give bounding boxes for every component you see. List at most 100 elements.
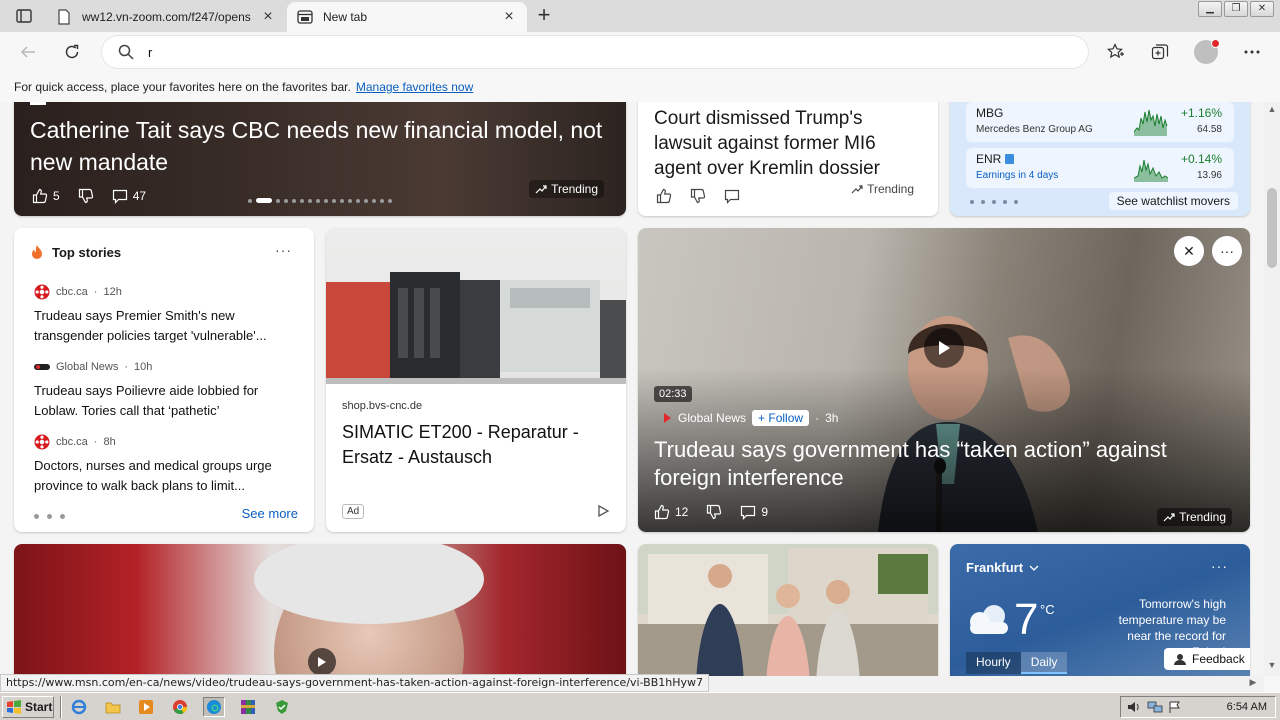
stock-sparkline <box>1134 159 1168 182</box>
see-watchlist-movers-button[interactable]: See watchlist movers <box>1108 192 1238 210</box>
thumbs-down-icon <box>690 188 706 204</box>
see-more-link[interactable]: See more <box>242 506 298 521</box>
cbc-logo-icon <box>34 284 50 300</box>
vertical-scrollbar[interactable]: ▲ ▼ <box>1264 102 1280 676</box>
story-item[interactable]: cbc.ca · 8h Doctors, nurses and medical gr… <box>34 434 300 496</box>
ad-title[interactable]: SIMATIC ET200 - Reparatur - Ersatz - Aus… <box>342 420 612 470</box>
weather-location[interactable]: Frankfurt <box>966 560 1039 575</box>
stock-change: +1.16% <box>1180 106 1222 120</box>
like-button[interactable] <box>656 188 672 204</box>
real-estate-card[interactable] <box>638 544 938 676</box>
stock-price: 13.96 <box>1196 170 1222 181</box>
manage-favorites-link[interactable]: Manage favorites now <box>356 80 473 94</box>
watchlist-card: MBG Mercedes Benz Group AG +1.16% 64.58 … <box>950 102 1250 216</box>
comment-button[interactable] <box>724 188 740 204</box>
follow-button[interactable]: + Follow <box>752 410 810 426</box>
dislike-button[interactable] <box>706 504 722 520</box>
weather-card[interactable]: Frankfurt ··· 7 °C Tomorrow's high tempe… <box>950 544 1250 676</box>
hero-story-card[interactable]: Catherine Tait says CBC needs new financ… <box>14 102 626 216</box>
stock-row[interactable]: ENR Earnings in 4 days +0.14% 13.96 <box>966 148 1234 188</box>
volume-icon[interactable] <box>1127 701 1141 713</box>
internet-explorer-icon[interactable] <box>68 697 90 717</box>
story-item[interactable]: cbc.ca · 12h Trudeau says Premier Smith's … <box>34 284 300 346</box>
media-player-icon[interactable] <box>135 697 157 717</box>
tab-new-tab[interactable]: New tab × <box>287 2 527 32</box>
stock-row[interactable]: MBG Mercedes Benz Group AG +1.16% 64.58 <box>966 102 1234 142</box>
video-headline[interactable]: Trudeau says government has “taken actio… <box>654 436 1234 492</box>
close-tab-icon[interactable]: × <box>501 9 517 25</box>
security-app-icon[interactable] <box>271 697 293 717</box>
like-button[interactable]: 5 <box>32 188 60 204</box>
story-title: Trudeau says Premier Smith's new transge… <box>34 308 267 343</box>
comment-button[interactable]: 9 <box>740 504 768 520</box>
minimize-icon[interactable]: ▁ <box>1198 1 1222 17</box>
dislike-button[interactable] <box>690 188 706 204</box>
hero-carousel-pager[interactable] <box>248 198 392 203</box>
thumbs-up-icon <box>32 188 48 204</box>
top-stories-pager[interactable] <box>34 514 65 519</box>
play-icon[interactable] <box>924 328 964 368</box>
profile-avatar[interactable] <box>1194 39 1220 64</box>
top-stories-card: Top stories ··· cbc.ca · 12h Trudeau says … <box>14 228 314 532</box>
more-options-icon[interactable]: ··· <box>275 242 292 258</box>
like-button[interactable]: 12 <box>654 504 688 520</box>
feedback-button[interactable]: Feedback <box>1164 648 1250 670</box>
favorites-star-icon[interactable] <box>1102 38 1130 66</box>
watchlist-pager[interactable] <box>970 200 1018 204</box>
biden-video-card[interactable] <box>14 544 626 676</box>
weather-city: Frankfurt <box>966 560 1024 575</box>
chrome-icon[interactable] <box>169 697 191 717</box>
winrar-icon[interactable] <box>237 697 259 717</box>
scrollbar-thumb[interactable] <box>1267 188 1277 268</box>
feedback-label: Feedback <box>1192 652 1245 666</box>
close-tab-icon[interactable]: × <box>260 9 276 25</box>
trending-arrow-icon <box>535 185 547 194</box>
more-options-icon[interactable] <box>1238 38 1266 66</box>
video-story-card[interactable]: ✕ ··· 02:33 Global News + Follow · 3h Tr… <box>638 228 1250 532</box>
new-tab-plus-icon[interactable]: + <box>532 4 556 28</box>
story-age: 12h <box>103 286 122 298</box>
court-story-card[interactable]: Court dismissed Trump's lawsuit against … <box>638 102 938 216</box>
stock-earnings-note: Earnings in 4 days <box>976 170 1059 181</box>
story-item[interactable]: Global News · 10h Trudeau says Poilievre a… <box>34 359 300 421</box>
ad-choices-icon[interactable] <box>596 504 610 523</box>
play-icon[interactable] <box>308 648 336 676</box>
dismiss-close-icon[interactable]: ✕ <box>1174 236 1204 266</box>
more-options-icon[interactable]: ··· <box>1211 558 1228 574</box>
back-arrow-icon[interactable] <box>14 38 42 66</box>
restore-icon[interactable]: ❐ <box>1224 1 1248 17</box>
tab-daily[interactable]: Daily <box>1020 652 1068 674</box>
comment-count: 9 <box>761 505 769 519</box>
like-count: 5 <box>53 189 60 203</box>
video-source: Global News <box>678 411 747 425</box>
thumbs-down-icon <box>707 504 722 520</box>
favorites-bar: For quick access, place your favorites h… <box>0 72 1280 102</box>
more-options-icon[interactable]: ··· <box>1212 236 1242 266</box>
start-button[interactable]: Start <box>2 696 54 718</box>
folder-icon[interactable] <box>102 697 124 717</box>
hero-headline[interactable]: Catherine Tait says CBC needs new financ… <box>30 114 610 178</box>
flag-icon[interactable] <box>1169 701 1181 713</box>
tab-actions-button[interactable] <box>6 4 42 28</box>
system-tray: 6:54 AM <box>1120 696 1276 718</box>
scroll-right-icon[interactable]: ▶ <box>1246 677 1260 691</box>
collections-icon[interactable] <box>1146 38 1174 66</box>
ad-domain: shop.bvs-cnc.de <box>342 400 423 412</box>
network-icon[interactable] <box>1147 701 1163 713</box>
scroll-up-icon[interactable]: ▲ <box>1264 104 1280 118</box>
tab-vn-zoom[interactable]: ww12.vn-zoom.com/f247/opens × <box>46 2 286 32</box>
refresh-icon[interactable] <box>58 38 86 66</box>
ad-card[interactable]: shop.bvs-cnc.de SIMATIC ET200 - Reparatu… <box>326 228 626 532</box>
address-bar[interactable] <box>102 36 1088 68</box>
edge-icon[interactable] <box>203 697 225 717</box>
search-icon <box>118 43 136 61</box>
comment-button[interactable]: 47 <box>112 188 146 204</box>
story-source: cbc.ca <box>56 436 88 448</box>
address-input[interactable] <box>148 44 1048 60</box>
scroll-down-icon[interactable]: ▼ <box>1264 660 1280 674</box>
dislike-button[interactable] <box>78 188 94 204</box>
tab-hourly[interactable]: Hourly <box>966 652 1021 674</box>
ad-badge: Ad <box>342 504 365 519</box>
close-window-icon[interactable]: ✕ <box>1250 1 1274 17</box>
court-headline[interactable]: Court dismissed Trump's lawsuit against … <box>654 106 924 181</box>
